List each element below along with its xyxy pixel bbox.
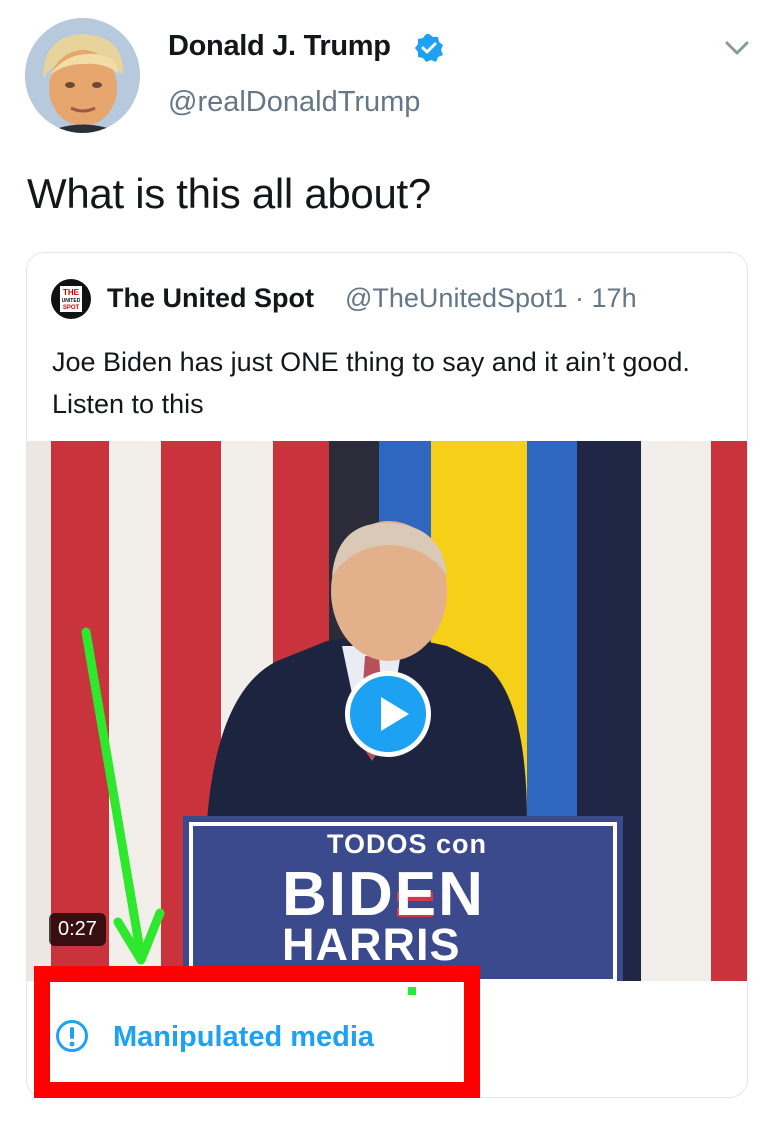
play-icon[interactable]	[345, 671, 431, 757]
podium-sign-line3: HARRIS	[282, 919, 461, 970]
podium-sign-line1: TODOS con	[327, 829, 488, 859]
author-handle[interactable]: @realDonaldTrump	[168, 86, 420, 119]
author-avatar[interactable]	[25, 18, 140, 133]
chevron-down-icon[interactable]	[722, 36, 752, 60]
quoted-author-handle[interactable]: @TheUnitedSpot1 · 17h	[345, 283, 637, 314]
exclamation-circle-icon	[56, 1020, 88, 1052]
quoted-author-avatar[interactable]: THE UNITED SPOT	[51, 279, 91, 319]
quoted-tweet-card[interactable]: THE UNITED SPOT The United Spot @TheUnit…	[26, 252, 748, 1098]
svg-text:UNITED: UNITED	[62, 298, 81, 304]
quoted-avatar-logo-text: THE	[63, 288, 80, 297]
quoted-author-name[interactable]: The United Spot	[107, 283, 314, 314]
author-name[interactable]: Donald J. Trump	[168, 30, 391, 63]
tweet-text: What is this all about?	[27, 170, 431, 217]
svg-text:SPOT: SPOT	[63, 305, 80, 311]
manipulated-media-label[interactable]: Manipulated media	[113, 1021, 374, 1054]
verified-badge-icon	[415, 34, 443, 62]
quoted-tweet-text: Joe Biden has just ONE thing to say and …	[52, 347, 690, 419]
video-thumbnail[interactable]: TODOS con BIDEN HARRIS 0:27	[27, 441, 747, 981]
video-duration: 0:27	[49, 913, 106, 946]
